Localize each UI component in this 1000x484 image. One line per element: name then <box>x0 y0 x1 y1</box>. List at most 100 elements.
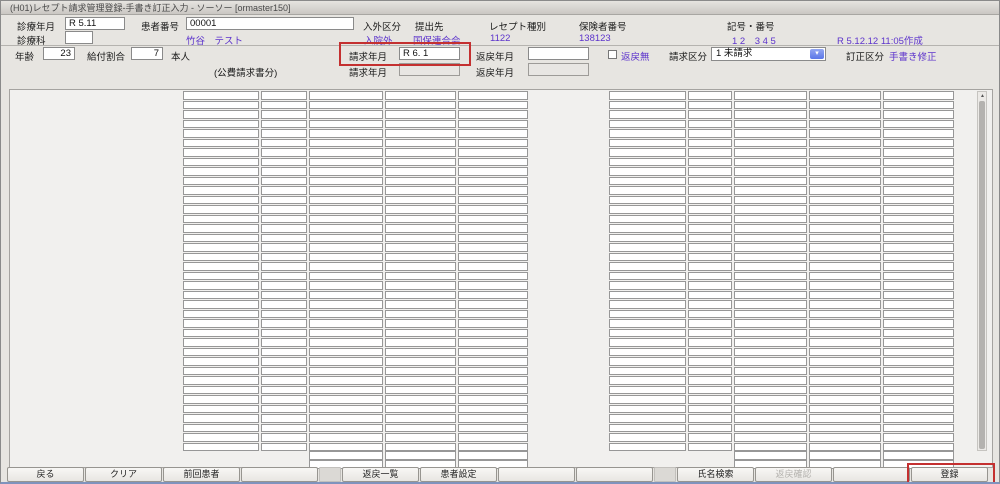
table-cell[interactable] <box>261 253 307 262</box>
table-cell[interactable] <box>609 110 686 119</box>
table-cell[interactable] <box>261 424 307 433</box>
table-cell[interactable] <box>883 253 954 262</box>
table-cell[interactable] <box>261 139 307 148</box>
table-cell[interactable] <box>385 177 456 186</box>
table-cell[interactable] <box>261 234 307 243</box>
kohi-henrei-input[interactable] <box>528 63 589 76</box>
table-cell[interactable] <box>688 129 732 138</box>
table-cell[interactable] <box>183 196 259 205</box>
table-cell[interactable] <box>609 386 686 395</box>
table-cell[interactable] <box>809 243 881 252</box>
table-cell[interactable] <box>609 433 686 442</box>
table-cell[interactable] <box>688 433 732 442</box>
table-cell[interactable] <box>261 158 307 167</box>
table-cell[interactable] <box>458 414 528 423</box>
table-cell[interactable] <box>309 443 383 452</box>
table-cell[interactable] <box>734 281 807 290</box>
table-cell[interactable] <box>809 215 881 224</box>
table-cell[interactable] <box>609 224 686 233</box>
table-cell[interactable] <box>609 196 686 205</box>
table-cell[interactable] <box>809 205 881 214</box>
table-cell[interactable] <box>809 224 881 233</box>
table-cell[interactable] <box>883 357 954 366</box>
table-cell[interactable] <box>261 310 307 319</box>
table-cell[interactable] <box>809 177 881 186</box>
table-cell[interactable] <box>883 120 954 129</box>
table-cell[interactable] <box>309 243 383 252</box>
table-cell[interactable] <box>183 357 259 366</box>
table-cell[interactable] <box>883 310 954 319</box>
table-cell[interactable] <box>309 177 383 186</box>
table-cell[interactable] <box>809 186 881 195</box>
table-cell[interactable] <box>883 101 954 110</box>
table-cell[interactable] <box>183 414 259 423</box>
table-cell[interactable] <box>183 243 259 252</box>
table-cell[interactable] <box>688 215 732 224</box>
table-cell[interactable] <box>183 253 259 262</box>
table-cell[interactable] <box>261 281 307 290</box>
table-cell[interactable] <box>734 196 807 205</box>
table-cell[interactable] <box>385 319 456 328</box>
table-cell[interactable] <box>734 205 807 214</box>
table-cell[interactable] <box>458 243 528 252</box>
table-cell[interactable] <box>688 139 732 148</box>
table-cell[interactable] <box>261 243 307 252</box>
table-cell[interactable] <box>458 253 528 262</box>
table-cell[interactable] <box>734 129 807 138</box>
table-cell[interactable] <box>309 253 383 262</box>
table-cell[interactable] <box>809 405 881 414</box>
table-cell[interactable] <box>688 281 732 290</box>
table-cell[interactable] <box>883 272 954 281</box>
table-cell[interactable] <box>809 367 881 376</box>
table-cell[interactable] <box>458 319 528 328</box>
table-cell[interactable] <box>309 281 383 290</box>
clear-button[interactable]: クリア <box>85 467 162 482</box>
table-cell[interactable] <box>183 338 259 347</box>
table-cell[interactable] <box>609 319 686 328</box>
table-cell[interactable] <box>385 129 456 138</box>
table-cell[interactable] <box>883 177 954 186</box>
table-cell[interactable] <box>458 196 528 205</box>
table-cell[interactable] <box>183 158 259 167</box>
table-cell[interactable] <box>458 215 528 224</box>
table-cell[interactable] <box>688 148 732 157</box>
table-cell[interactable] <box>458 91 528 100</box>
table-cell[interactable] <box>309 139 383 148</box>
table-cell[interactable] <box>734 234 807 243</box>
table-cell[interactable] <box>688 443 732 452</box>
table-cell[interactable] <box>458 376 528 385</box>
table-cell[interactable] <box>261 177 307 186</box>
table-cell[interactable] <box>734 224 807 233</box>
table-cell[interactable] <box>458 310 528 319</box>
scrollbar-thumb[interactable] <box>979 101 985 449</box>
table-cell[interactable] <box>883 234 954 243</box>
table-cell[interactable] <box>809 262 881 271</box>
table-cell[interactable] <box>183 376 259 385</box>
table-cell[interactable] <box>609 186 686 195</box>
table-cell[interactable] <box>309 367 383 376</box>
table-cell[interactable] <box>385 167 456 176</box>
shinryo-nengetsu-input[interactable]: R 5.11 <box>65 17 125 30</box>
table-cell[interactable] <box>609 424 686 433</box>
table-cell[interactable] <box>261 357 307 366</box>
table-cell[interactable] <box>261 319 307 328</box>
table-cell[interactable] <box>609 367 686 376</box>
table-cell[interactable] <box>734 405 807 414</box>
table-cell[interactable] <box>458 120 528 129</box>
table-cell[interactable] <box>261 386 307 395</box>
table-cell[interactable] <box>183 281 259 290</box>
table-cell[interactable] <box>688 91 732 100</box>
table-cell[interactable] <box>688 272 732 281</box>
table-cell[interactable] <box>609 357 686 366</box>
table-cell[interactable] <box>609 262 686 271</box>
table-cell[interactable] <box>458 386 528 395</box>
table-cell[interactable] <box>609 414 686 423</box>
table-cell[interactable] <box>309 234 383 243</box>
table-cell[interactable] <box>261 148 307 157</box>
table-cell[interactable] <box>183 234 259 243</box>
table-cell[interactable] <box>385 291 456 300</box>
table-cell[interactable] <box>309 148 383 157</box>
table-cell[interactable] <box>385 424 456 433</box>
table-cell[interactable] <box>309 205 383 214</box>
table-cell[interactable] <box>883 196 954 205</box>
